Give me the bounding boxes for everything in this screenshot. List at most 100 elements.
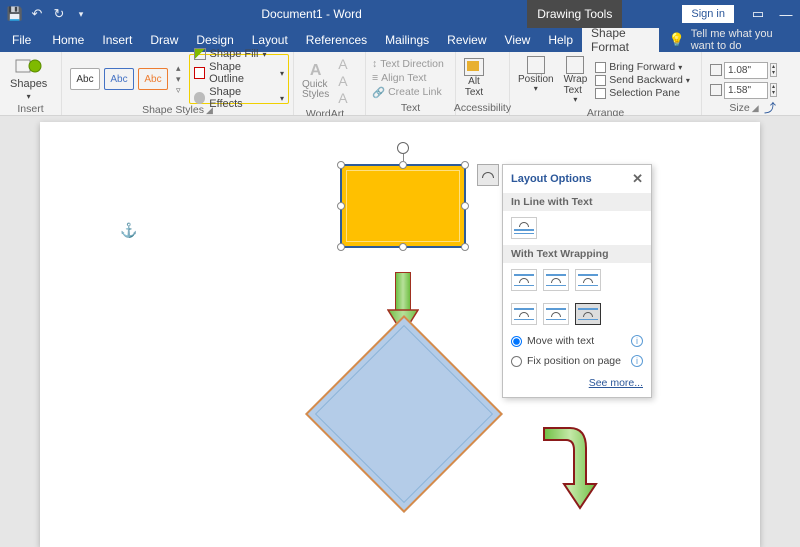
wrap-topbottom-button[interactable] (511, 303, 537, 325)
resize-handle[interactable] (461, 202, 469, 210)
layout-options-toggle[interactable] (477, 164, 499, 186)
send-backward-icon (595, 75, 606, 86)
alt-text-icon (464, 58, 484, 76)
resize-handle[interactable] (337, 202, 345, 210)
anchor-icon[interactable]: ⚓ (120, 222, 137, 239)
move-with-text-radio[interactable]: Move with text i (503, 331, 651, 351)
text-direction-button: ↕Text Direction (372, 58, 444, 70)
position-button[interactable]: Position▾ (514, 54, 558, 107)
width-icon (710, 84, 722, 96)
resize-handle[interactable] (461, 161, 469, 169)
group-wordart-styles: A Quick Styles AAA WordArt Styles◢ (294, 52, 366, 115)
tab-help[interactable]: Help (539, 28, 582, 52)
height-spinner[interactable]: ▴▾ (770, 63, 777, 77)
width-value[interactable]: 1.58" (724, 82, 768, 99)
qat-customize-icon[interactable]: ▾ (70, 3, 92, 25)
layout-options-title: Layout Options (511, 173, 592, 185)
info-icon[interactable]: i (631, 335, 643, 347)
close-icon[interactable]: ✕ (632, 171, 643, 187)
send-backward-button[interactable]: Send Backward▾ (595, 74, 690, 86)
width-spinner[interactable]: ▴▾ (770, 83, 777, 97)
group-label-text: Text (370, 102, 451, 114)
tell-me-label: Tell me what you want to do (691, 28, 790, 52)
curved-arrow-shape[interactable] (540, 422, 600, 512)
tab-review[interactable]: Review (438, 28, 495, 52)
undo-icon[interactable]: ↶ (26, 3, 48, 25)
ribbon-tabs: File Home Insert Draw Design Layout Refe… (0, 28, 800, 52)
align-text-button: ≡Align Text (372, 72, 444, 84)
shape-fill-icon (194, 48, 206, 60)
resize-handle[interactable] (461, 243, 469, 251)
resize-handle[interactable] (337, 243, 345, 251)
tab-insert[interactable]: Insert (93, 28, 141, 52)
tab-view[interactable]: View (496, 28, 540, 52)
style-swatch-1[interactable]: Abc (70, 68, 100, 90)
position-icon (527, 56, 545, 74)
layout-options-panel: Layout Options ✕ In Line with Text With … (502, 164, 652, 398)
group-label-shape-styles: Shape Styles (142, 104, 204, 116)
see-more-link[interactable]: See more... (503, 371, 651, 397)
redo-icon[interactable]: ↻ (48, 3, 70, 25)
wrap-behind-button[interactable] (543, 303, 569, 325)
wrap-inline-button[interactable] (511, 217, 537, 239)
tab-home[interactable]: Home (43, 28, 93, 52)
resize-handle[interactable] (399, 161, 407, 169)
title-bar: 💾 ↶ ↻ ▾ Document1 - Word Drawing Tools S… (0, 0, 800, 28)
tab-mailings[interactable]: Mailings (376, 28, 438, 52)
rotation-handle[interactable] (397, 142, 409, 154)
group-size: 1.08"▴▾ 1.58"▴▾ Size◢ ⤴ (702, 52, 786, 115)
selection-pane-button[interactable]: Selection Pane (595, 87, 690, 99)
tab-shape-format[interactable]: Shape Format (582, 28, 659, 52)
wordart-format-buttons[interactable]: AAA (335, 54, 350, 108)
height-icon (710, 64, 722, 76)
wrap-text-button[interactable]: Wrap Text▾ (560, 54, 592, 107)
group-label-accessibility: Accessibility (460, 102, 505, 114)
lightbulb-icon: 💡 (669, 32, 685, 48)
save-icon[interactable]: 💾 (4, 3, 26, 25)
bring-forward-icon (595, 62, 606, 73)
style-gallery[interactable]: Abc Abc Abc (66, 68, 172, 90)
wrap-tight-button[interactable] (543, 269, 569, 291)
contextual-tab-label: Drawing Tools (527, 0, 622, 28)
style-gallery-more[interactable]: ▴▾▿ (174, 63, 183, 96)
height-input-row[interactable]: 1.08"▴▾ (710, 62, 777, 79)
minimize-icon[interactable]: — (772, 0, 800, 28)
shapes-label: Shapes (10, 78, 47, 90)
shape-styles-launcher-icon[interactable]: ◢ (206, 105, 213, 116)
fix-position-input[interactable] (511, 356, 522, 367)
tab-references[interactable]: References (297, 28, 376, 52)
wrap-front-button[interactable] (575, 303, 601, 325)
move-with-text-input[interactable] (511, 336, 522, 347)
resize-handle[interactable] (337, 161, 345, 169)
share-icon[interactable]: ⤴ (764, 99, 782, 113)
shape-fill-button[interactable]: Shape Fill▾ (194, 48, 284, 60)
bring-forward-button[interactable]: Bring Forward▾ (595, 61, 690, 73)
shapes-gallery-button[interactable]: Shapes ▾ (4, 54, 53, 103)
rectangle-shape-selected[interactable] (340, 164, 466, 248)
group-shape-styles: Abc Abc Abc ▴▾▿ Shape Fill▾ Shape Outlin… (62, 52, 294, 115)
alt-text-button[interactable]: Alt Text (460, 56, 488, 100)
quick-access-toolbar: 💾 ↶ ↻ ▾ (0, 3, 96, 25)
info-icon[interactable]: i (631, 355, 643, 367)
resize-handle[interactable] (399, 243, 407, 251)
height-value[interactable]: 1.08" (724, 62, 768, 79)
size-launcher-icon[interactable]: ◢ (752, 103, 759, 114)
inline-section-label: In Line with Text (503, 193, 651, 211)
style-swatch-2[interactable]: Abc (104, 68, 134, 90)
tab-file[interactable]: File (0, 28, 43, 52)
tab-draw[interactable]: Draw (141, 28, 187, 52)
diamond-shape[interactable] (334, 344, 474, 484)
sign-in-button[interactable]: Sign in (682, 5, 734, 23)
style-swatch-3[interactable]: Abc (138, 68, 168, 90)
width-input-row[interactable]: 1.58"▴▾ (710, 82, 777, 99)
ribbon-display-icon[interactable]: ▭ (744, 0, 772, 28)
shape-outline-button[interactable]: Shape Outline▾ (194, 61, 284, 85)
page[interactable]: ⚓ Layout Opti (40, 122, 760, 547)
wrap-through-button[interactable] (575, 269, 601, 291)
tell-me-search[interactable]: 💡 Tell me what you want to do (659, 28, 800, 52)
wrap-square-button[interactable] (511, 269, 537, 291)
quick-styles-button[interactable]: A Quick Styles (298, 60, 333, 102)
selection-pane-icon (595, 88, 606, 99)
fix-position-radio[interactable]: Fix position on page i (503, 351, 651, 371)
create-link-button: 🔗Create Link (372, 86, 444, 99)
